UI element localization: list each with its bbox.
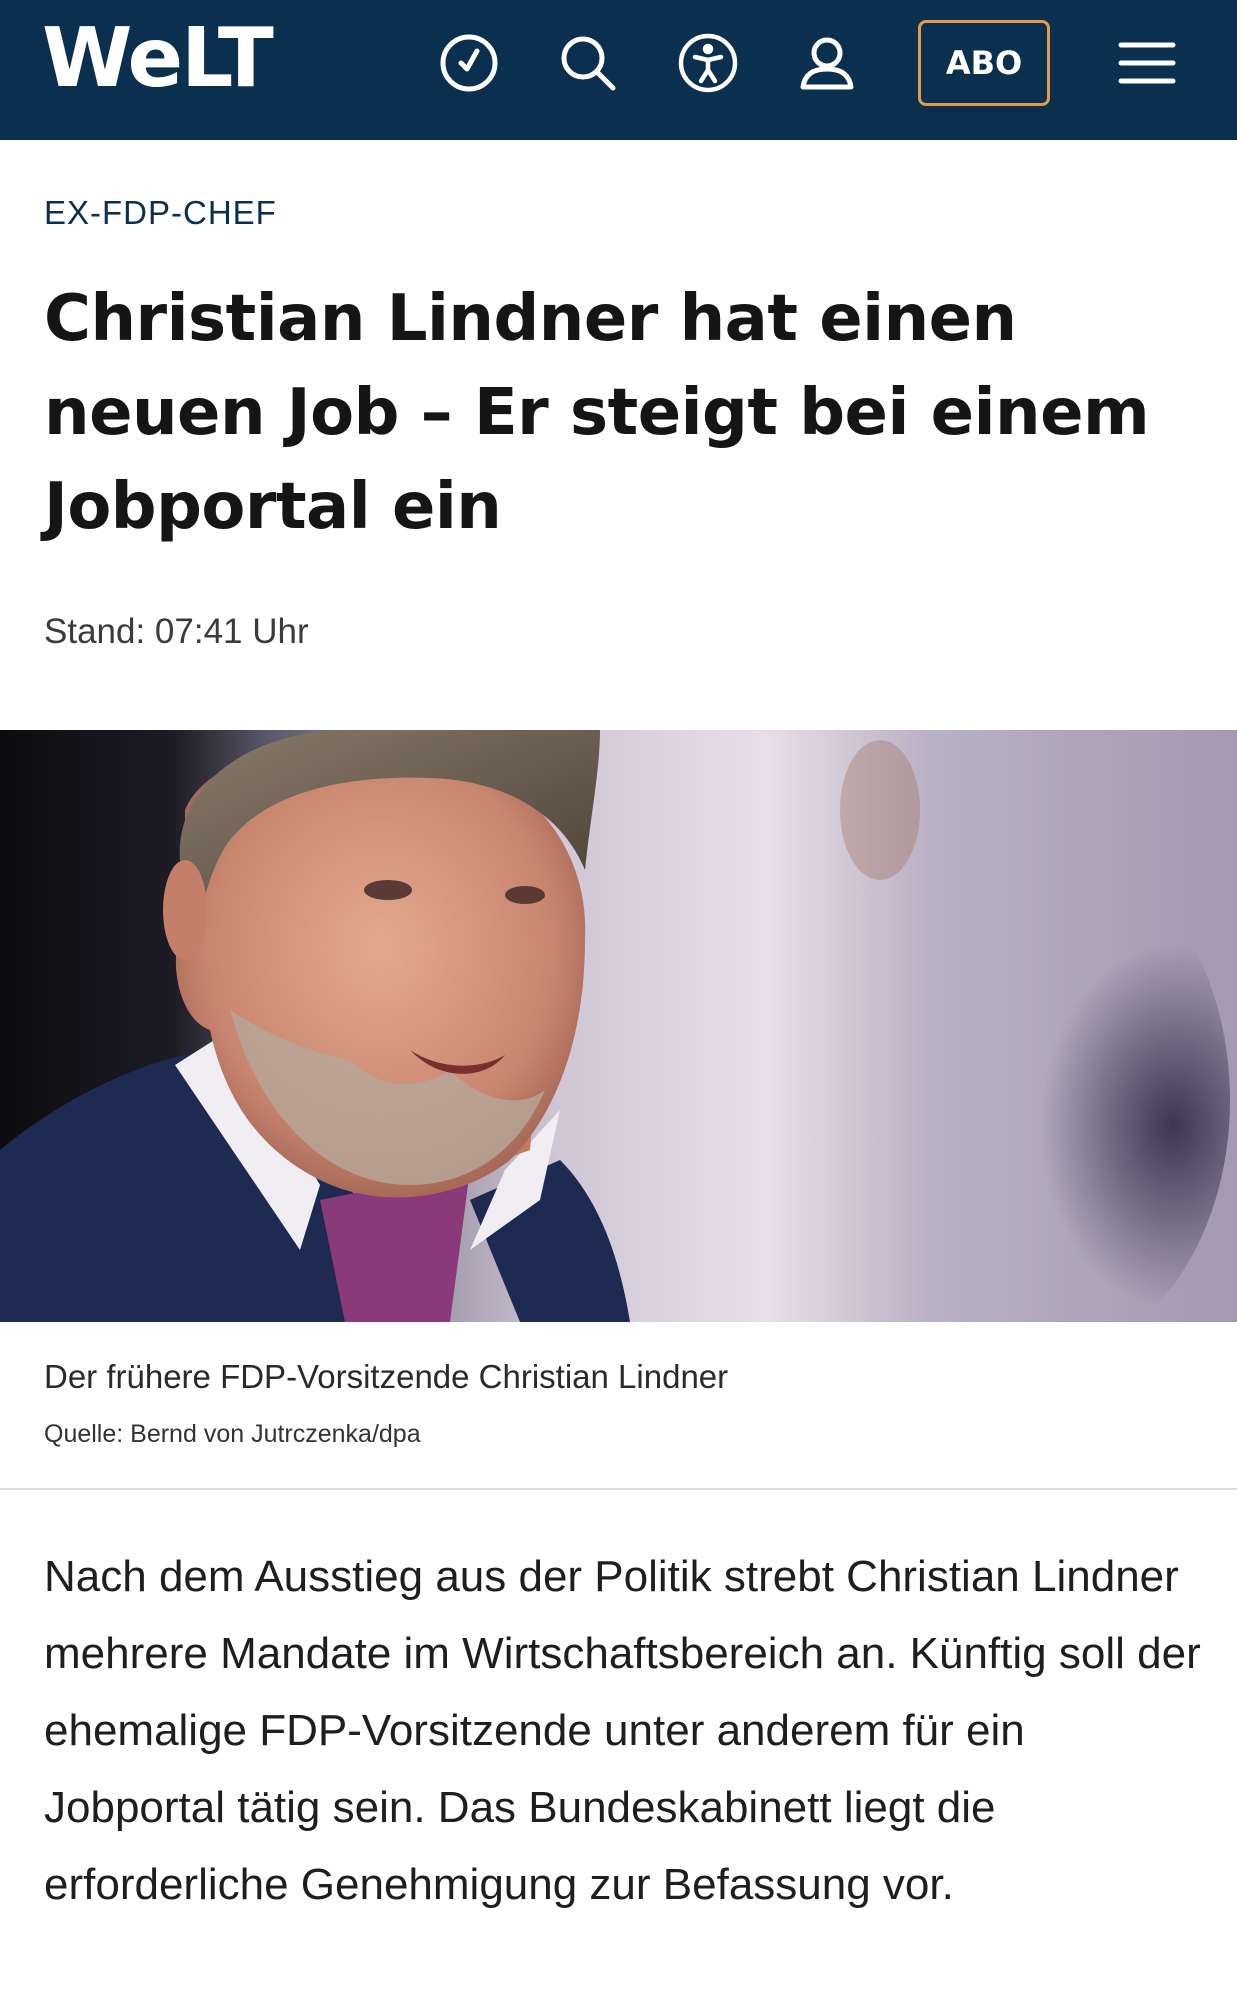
user-icon[interactable] xyxy=(792,28,862,98)
divider xyxy=(0,1488,1237,1490)
article-photo[interactable] xyxy=(0,730,1237,1322)
article-timestamp: Stand: 07:41 Uhr xyxy=(44,612,309,651)
article-headline: Christian Lindner hat einen neuen Job – … xyxy=(44,282,1150,544)
abo-button[interactable]: ABO xyxy=(918,20,1050,106)
article-kicker: EX-FDP-CHEF xyxy=(44,194,277,231)
welt-logo[interactable]: WeLT xyxy=(42,18,274,100)
search-icon[interactable] xyxy=(553,28,623,98)
accessibility-icon[interactable] xyxy=(673,28,743,98)
site-header: WeLT ABO xyxy=(0,0,1237,140)
menu-icon[interactable] xyxy=(1112,28,1182,98)
clock-check-icon[interactable] xyxy=(434,28,504,98)
image-caption: Der frühere FDP-Vorsitzende Christian Li… xyxy=(44,1358,729,1395)
image-source: Quelle: Bernd von Jutrczenka/dpa xyxy=(44,1420,421,1448)
article-teaser: Nach dem Ausstieg aus der Politik strebt… xyxy=(44,1552,1201,1909)
